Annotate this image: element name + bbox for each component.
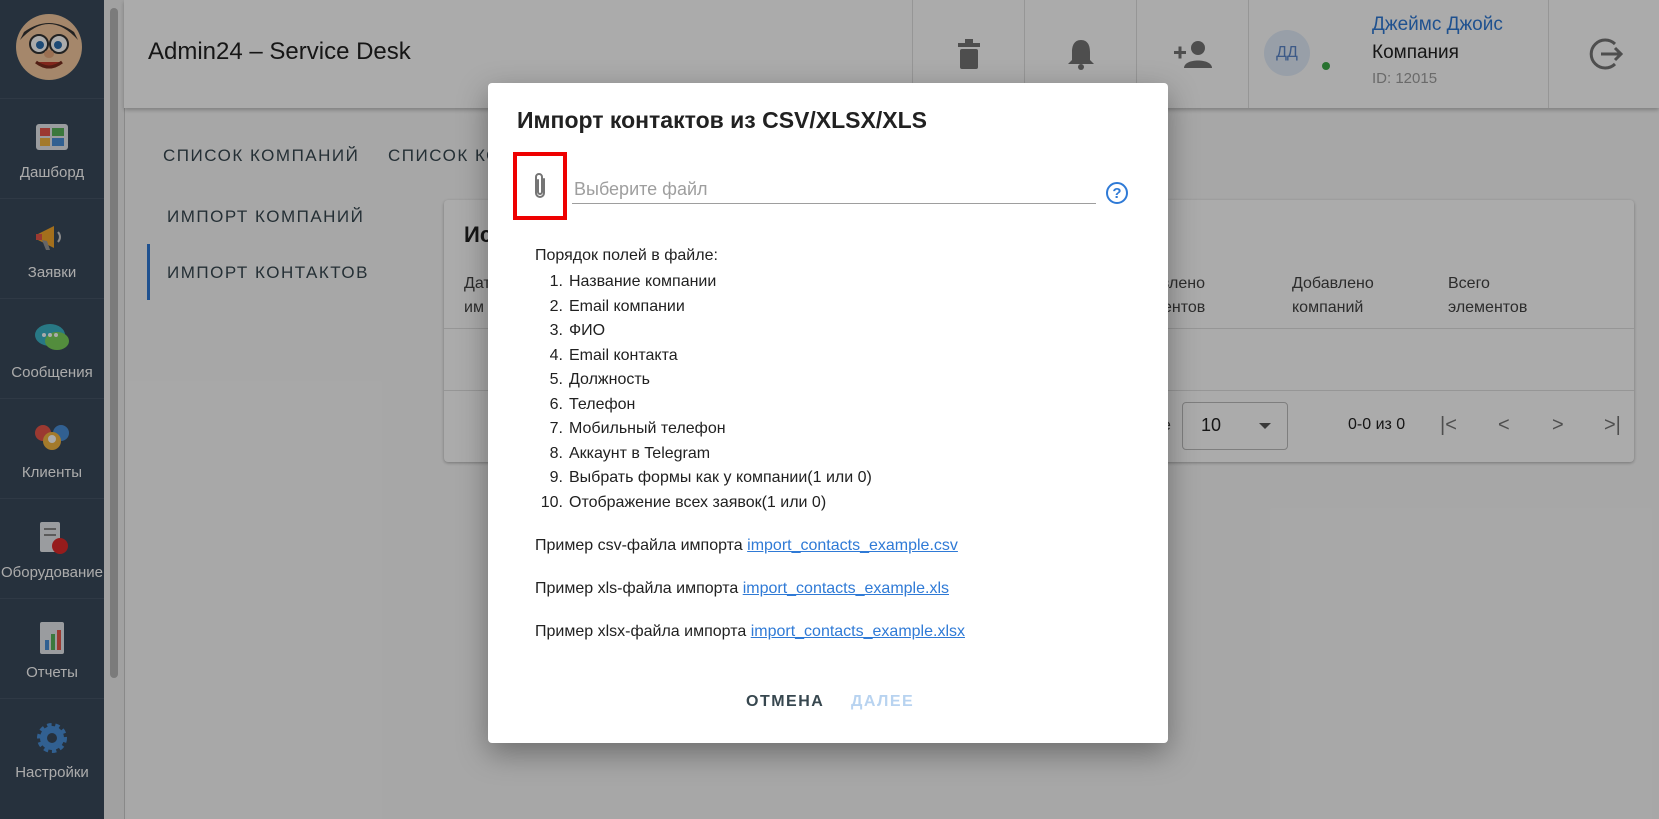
import-contacts-dialog: Импорт контактов из CSV/XLSX/XLS ? Поряд…: [488, 83, 1168, 743]
csv-example-line: Пример csv-файла импорта import_contacts…: [535, 537, 958, 554]
list-item: 5. Должность: [549, 371, 650, 388]
attach-file-button[interactable]: [513, 152, 567, 220]
list-item: 3. ФИО: [549, 322, 606, 339]
list-item: 1. Название компании: [549, 273, 717, 290]
list-item: 7. Мобильный телефон: [549, 420, 726, 437]
help-icon[interactable]: ?: [1106, 182, 1128, 204]
field-order-title: Порядок полей в файле:: [535, 247, 718, 264]
list-item: 10. Отображение всех заявок(1 или 0): [540, 493, 827, 511]
list-item: 2. Email компании: [549, 297, 685, 315]
list-item: 9. Выбрать формы как у компании(1 или 0): [549, 469, 872, 486]
xls-example-line: Пример xls-файла импорта import_contacts…: [535, 580, 949, 597]
field-order-list: 1. Название компании 2. Email компании 3. Ф…: [535, 270, 872, 515]
file-input[interactable]: [572, 175, 1096, 204]
xlsx-example-line: Пример xlsx-файла импорта import_contact…: [535, 623, 965, 640]
xlsx-example-link[interactable]: import_contacts_example.xlsx: [751, 623, 965, 640]
list-item: 6. Телефон: [549, 395, 636, 413]
xls-example-link[interactable]: import_contacts_example.xls: [743, 580, 949, 597]
next-button[interactable]: ДАЛЕЕ: [851, 693, 914, 711]
cancel-button[interactable]: ОТМЕНА: [746, 693, 824, 711]
list-item: 4. Email контакта: [549, 346, 678, 364]
list-item: 8. Аккаунт в Telegram: [549, 444, 711, 462]
dialog-title: Импорт контактов из CSV/XLSX/XLS: [517, 107, 927, 133]
paperclip-icon: [535, 173, 545, 198]
csv-example-link[interactable]: import_contacts_example.csv: [747, 537, 958, 554]
